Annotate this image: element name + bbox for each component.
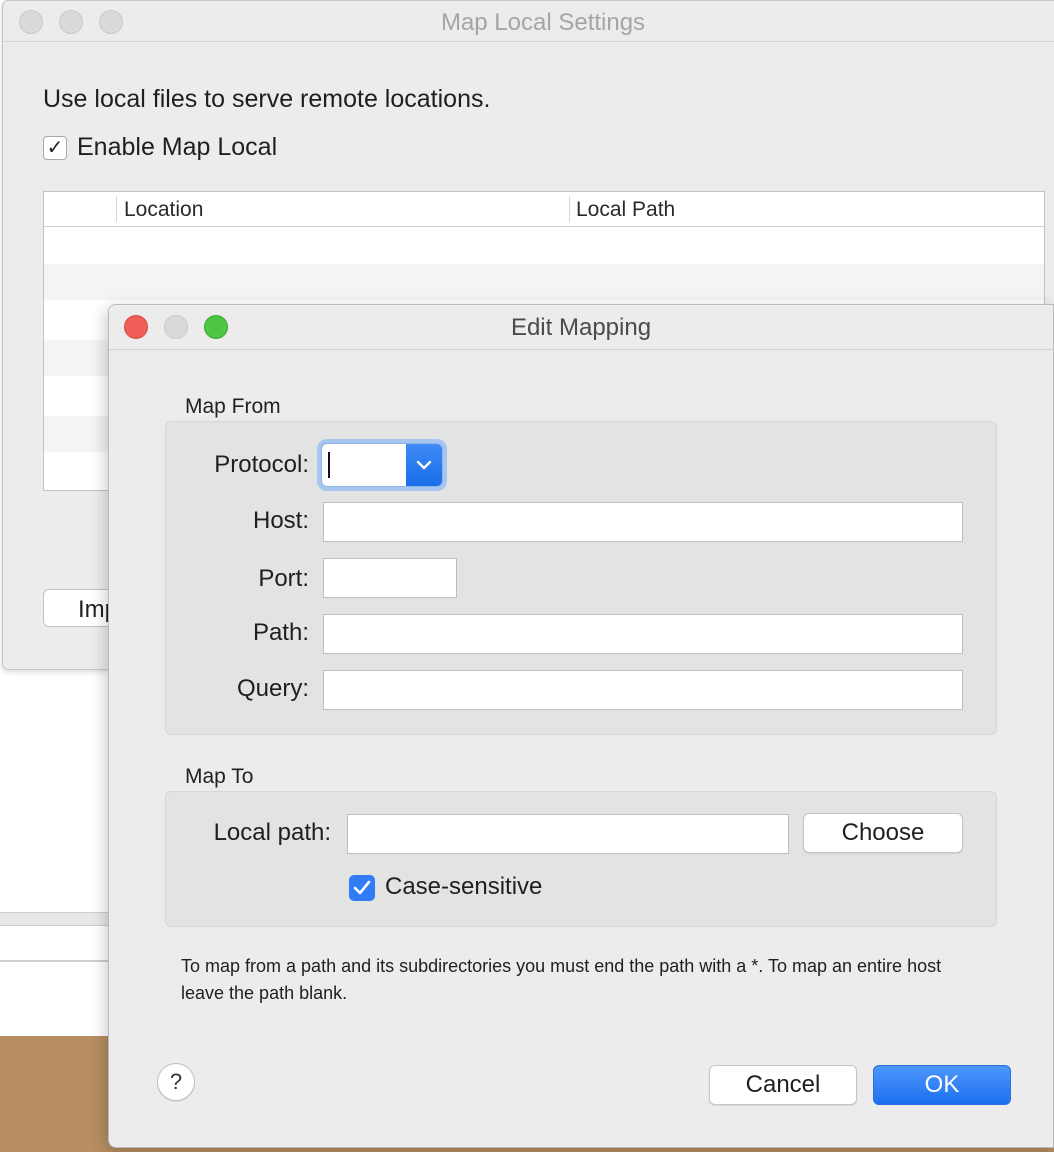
column-divider: [569, 196, 570, 222]
case-sensitive-label[interactable]: Case-sensitive: [385, 873, 542, 901]
table-header: Location Local Path: [44, 192, 1044, 227]
host-input[interactable]: [323, 502, 963, 542]
edit-mapping-dialog: Edit Mapping Map From Protocol: Host: Po…: [108, 304, 1054, 1148]
checkmark-icon[interactable]: ✓: [43, 135, 67, 160]
help-description: To map from a path and its subdirectorie…: [181, 956, 942, 1003]
column-header-local-path[interactable]: Local Path: [576, 198, 675, 222]
window-title: Map Local Settings: [440, 9, 646, 36]
enable-map-local-checkbox[interactable]: ✓ Enable Map Local: [43, 133, 277, 162]
ok-button[interactable]: OK: [873, 1065, 1011, 1105]
help-button[interactable]: ?: [157, 1063, 195, 1101]
table-row[interactable]: [44, 264, 1044, 300]
dialog-titlebar[interactable]: Edit Mapping: [109, 305, 1053, 350]
case-sensitive-checkbox[interactable]: [349, 875, 375, 901]
dialog-title: Edit Mapping: [510, 314, 652, 341]
map-to-heading: Map To: [185, 765, 254, 788]
dropdown-arrow-button[interactable]: [406, 444, 442, 486]
path-input[interactable]: [323, 614, 963, 654]
protocol-label: Protocol:: [214, 451, 309, 478]
map-from-heading: Map From: [185, 395, 281, 418]
background-window-strip: [0, 912, 108, 926]
column-header-location[interactable]: Location: [124, 198, 203, 222]
query-input[interactable]: [323, 670, 963, 710]
port-label: Port:: [258, 565, 309, 592]
protocol-combobox[interactable]: [321, 443, 443, 487]
host-label: Host:: [252, 507, 309, 534]
text-cursor: [328, 452, 330, 478]
port-input[interactable]: [323, 558, 457, 598]
cancel-button[interactable]: Cancel: [709, 1065, 857, 1105]
query-label: Query:: [236, 675, 309, 702]
chevron-down-icon: [416, 460, 432, 470]
choose-button[interactable]: Choose: [803, 813, 963, 853]
local-path-input[interactable]: [347, 814, 789, 854]
settings-description: Use local files to serve remote location…: [43, 85, 491, 113]
map-to-group: [165, 791, 997, 927]
path-label: Path:: [252, 619, 309, 646]
desktop-background: [0, 672, 108, 1036]
local-path-label: Local path:: [213, 819, 331, 846]
enable-map-local-label: Enable Map Local: [77, 133, 278, 161]
checkmark-icon: [353, 880, 371, 895]
window-titlebar[interactable]: Map Local Settings: [3, 1, 1054, 42]
column-divider: [116, 196, 117, 222]
background-divider: [0, 960, 108, 962]
